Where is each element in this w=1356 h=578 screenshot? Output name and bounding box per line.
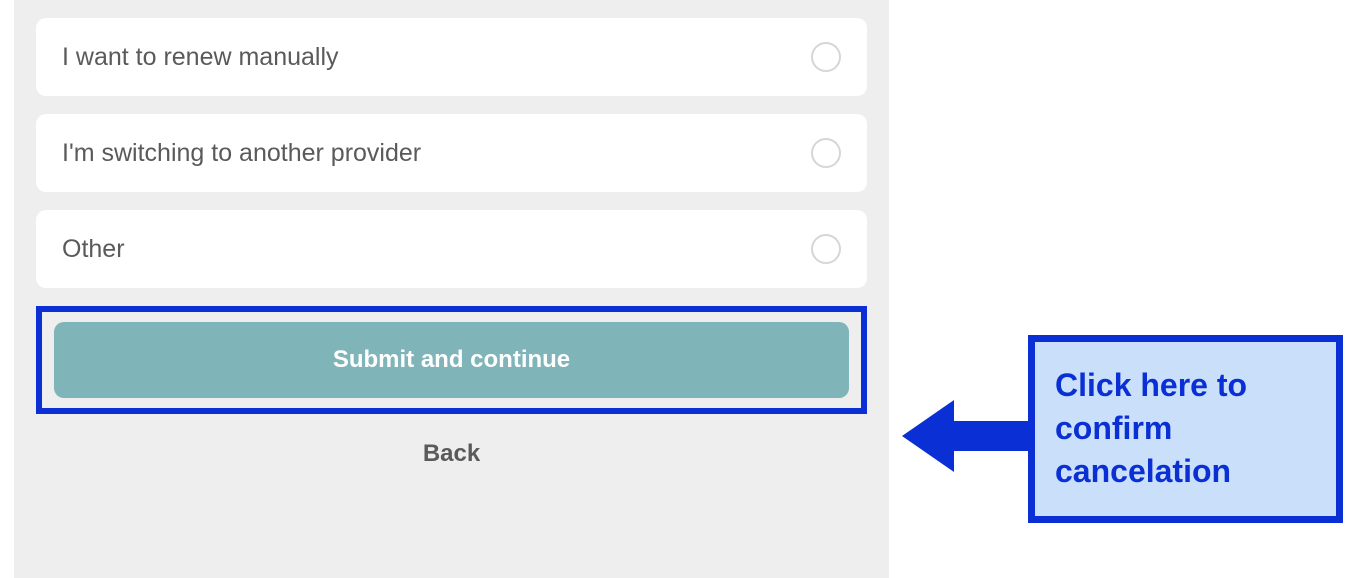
option-label: I want to renew manually [62, 43, 339, 72]
radio-icon [811, 234, 841, 264]
arrow-left-icon [902, 400, 1032, 472]
radio-icon [811, 138, 841, 168]
callout-annotation: Click here to confirm cancelation [1028, 335, 1343, 523]
cancellation-panel: I want to renew manually I'm switching t… [14, 0, 889, 578]
callout-text: Click here to confirm cancelation [1055, 364, 1316, 494]
back-button[interactable]: Back [36, 420, 867, 488]
submit-highlight-box: Submit and continue [36, 306, 867, 414]
option-renew-manually[interactable]: I want to renew manually [36, 18, 867, 96]
option-other[interactable]: Other [36, 210, 867, 288]
submit-button[interactable]: Submit and continue [54, 322, 849, 398]
option-label: I'm switching to another provider [62, 139, 421, 168]
radio-icon [811, 42, 841, 72]
option-switching-provider[interactable]: I'm switching to another provider [36, 114, 867, 192]
option-label: Other [62, 235, 125, 264]
